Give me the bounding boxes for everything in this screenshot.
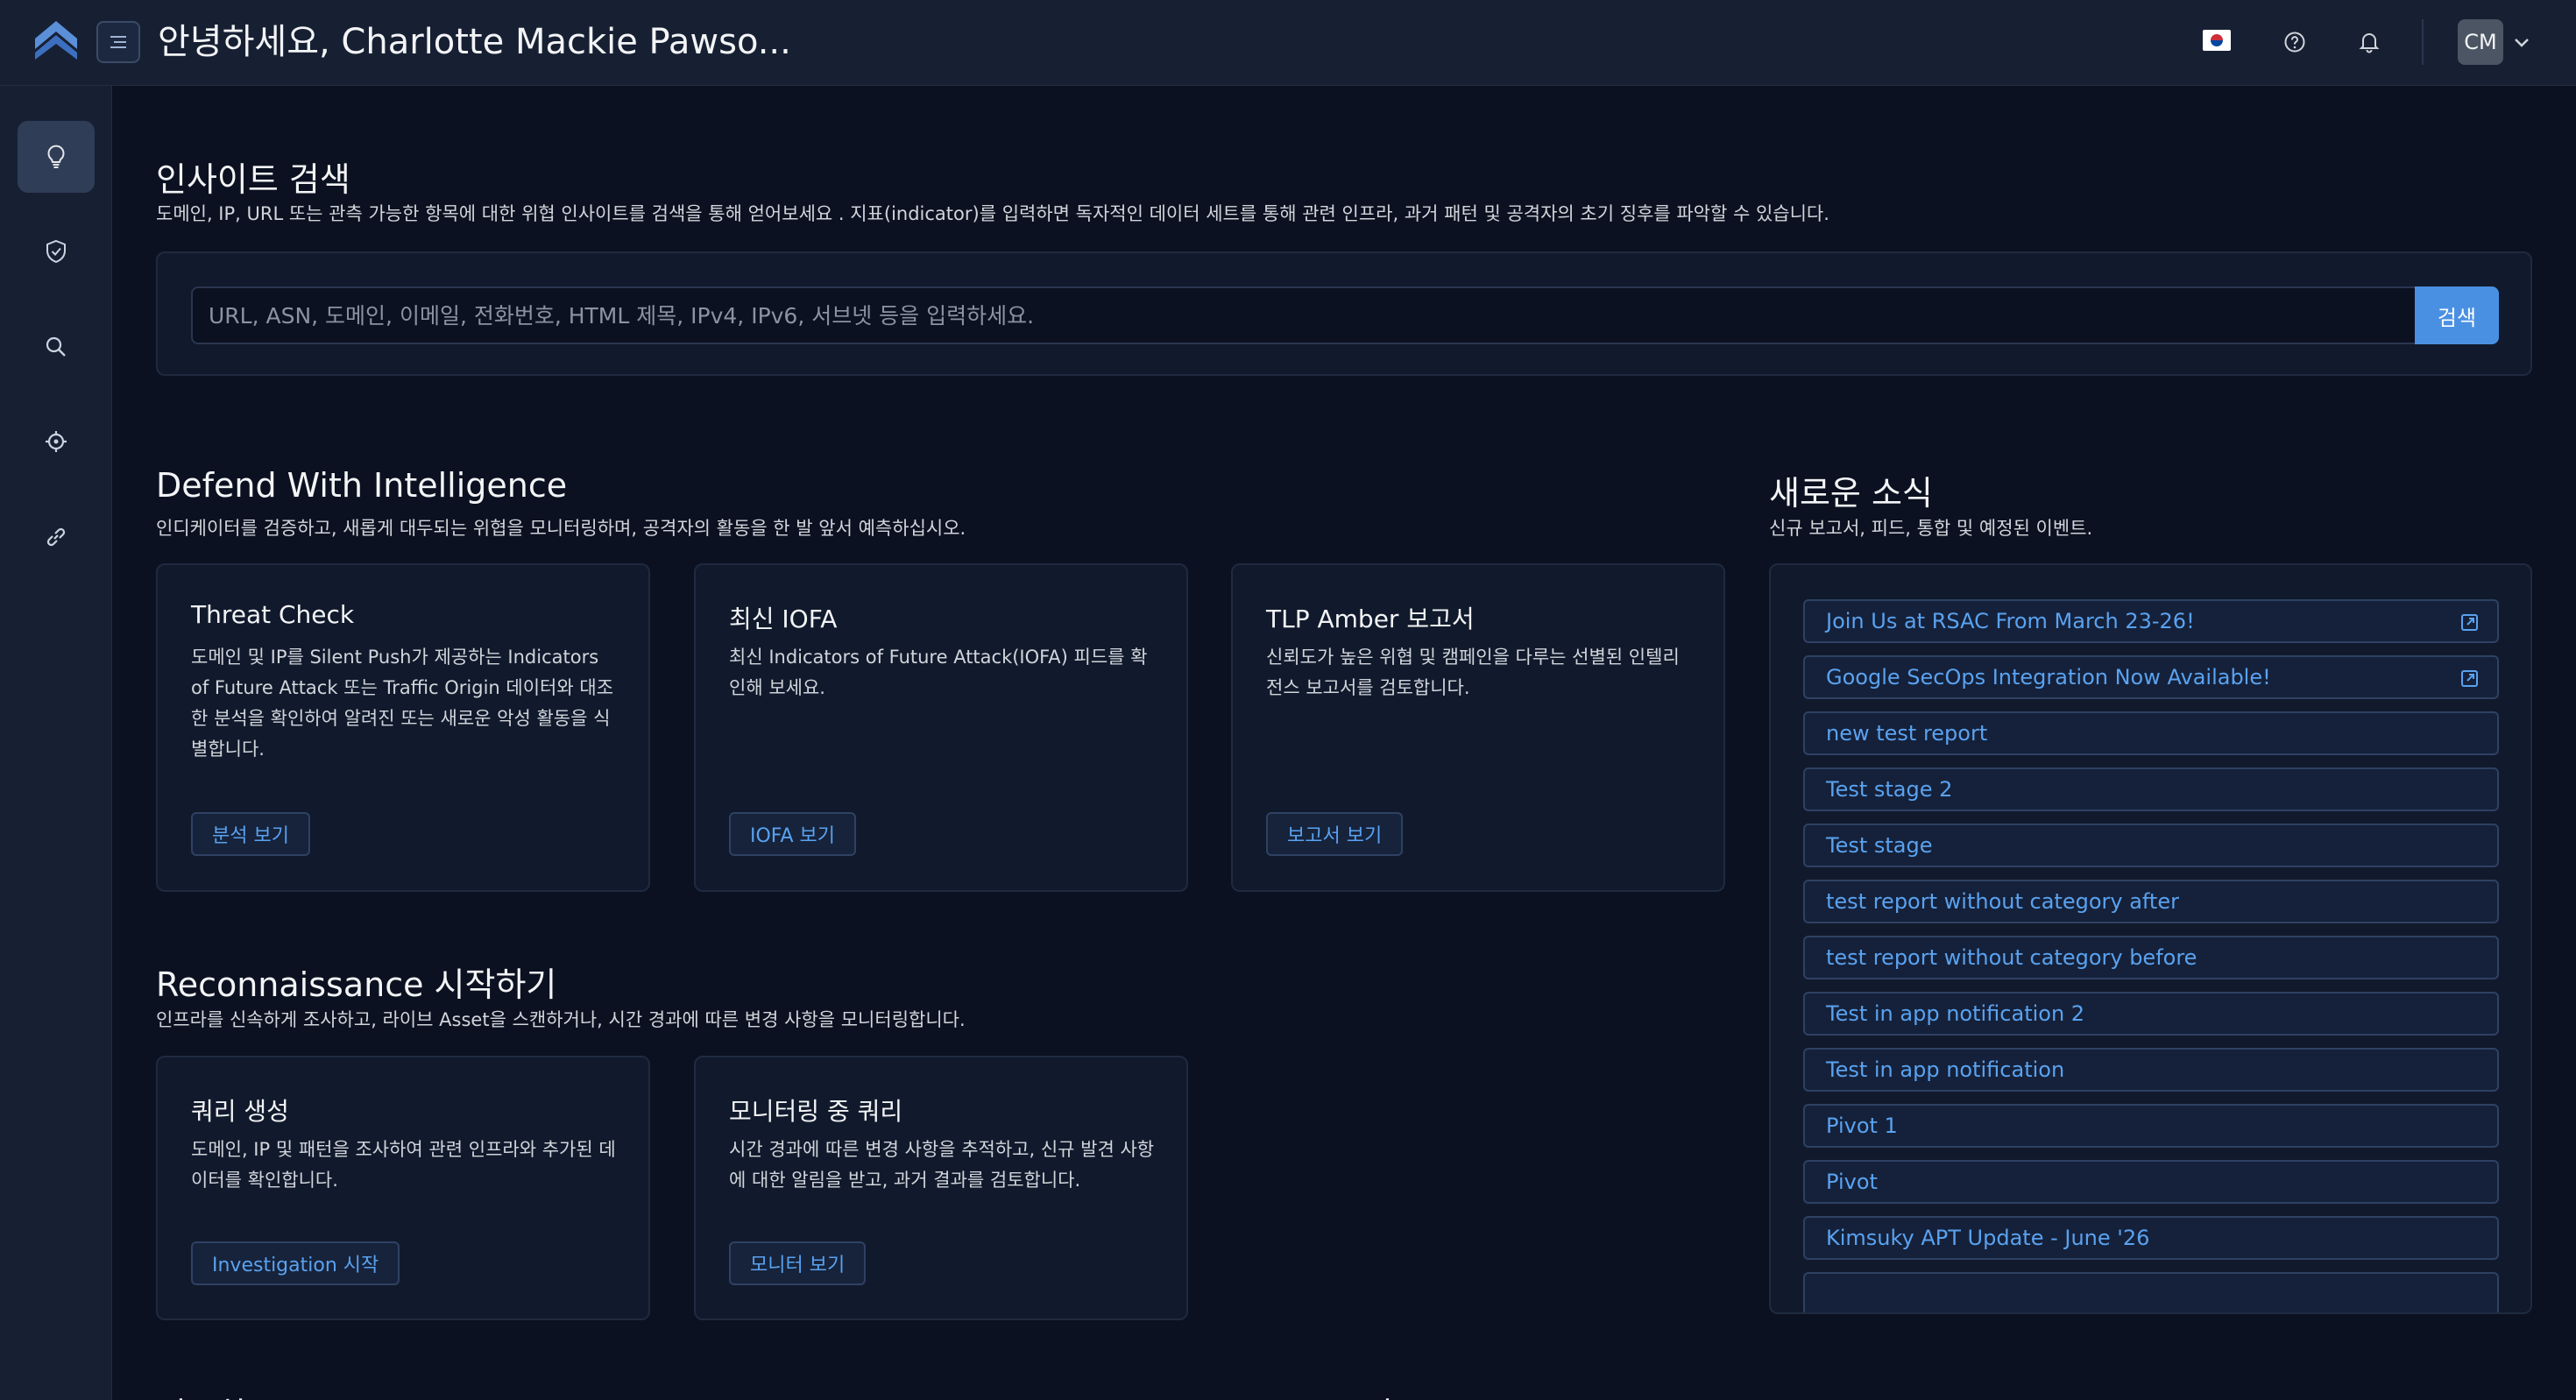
latest-iofa-card: 최신 IOFA 최신 Indicators of Future Attack(I… bbox=[694, 563, 1188, 892]
news-item[interactable]: Join Us at RSAC From March 23-26! bbox=[1803, 599, 2499, 643]
threat-check-card: Threat Check 도메인 및 IP를 Silent Push가 제공하는… bbox=[156, 563, 650, 892]
news-item-label: Join Us at RSAC From March 23-26! bbox=[1826, 609, 2195, 633]
external-link-icon bbox=[2461, 670, 2478, 687]
shield-check-icon bbox=[46, 239, 66, 264]
view-monitors-button[interactable]: 모니터 보기 bbox=[729, 1241, 867, 1285]
korean-flag-icon[interactable] bbox=[2203, 30, 2231, 51]
avatar[interactable]: CM bbox=[2458, 19, 2503, 65]
crosshair-icon bbox=[46, 431, 67, 452]
news-item[interactable]: new test report bbox=[1803, 711, 2499, 755]
card-title: 최신 IOFA bbox=[729, 605, 838, 633]
view-iofa-button[interactable]: IOFA 보기 bbox=[729, 812, 856, 856]
help-button[interactable] bbox=[2277, 25, 2312, 60]
recon-section-subtitle: 인프라를 신속하게 조사하고, 라이브 Asset을 스캔하거나, 시간 경과에… bbox=[156, 1009, 966, 1030]
news-item[interactable]: Test in app notification bbox=[1803, 1048, 2499, 1092]
news-item[interactable]: Kimsuky APT Update - June '26 bbox=[1803, 1216, 2499, 1260]
news-item[interactable]: Test stage 2 bbox=[1803, 767, 2499, 811]
view-reports-button[interactable]: 보고서 보기 bbox=[1266, 812, 1404, 856]
sidebar bbox=[0, 86, 112, 1400]
monitoring-queries-card: 모니터링 중 쿼리 시간 경과에 따른 변경 사항을 추적하고, 신규 발견 사… bbox=[694, 1056, 1188, 1320]
insight-search-title: 인사이트 검색 bbox=[156, 160, 350, 199]
view-analysis-button[interactable]: 분석 보기 bbox=[191, 812, 310, 856]
sidebar-item-integrations[interactable] bbox=[18, 501, 95, 573]
bell-icon bbox=[2359, 33, 2380, 53]
bottom-right-section-title: 리소스 bbox=[1362, 1388, 1454, 1400]
news-item[interactable]: Test stage bbox=[1803, 824, 2499, 867]
external-link-icon bbox=[2461, 614, 2478, 631]
menu-toggle-button[interactable] bbox=[96, 21, 140, 63]
help-circle-icon bbox=[2284, 32, 2305, 53]
card-title: 쿼리 생성 bbox=[191, 1097, 289, 1126]
defend-section-title: Defend With Intelligence bbox=[156, 466, 568, 505]
card-title: Threat Check bbox=[191, 600, 355, 629]
card-description: 도메인 및 IP를 Silent Push가 제공하는 Indicators o… bbox=[191, 647, 614, 760]
card-description: 신뢰도가 높은 위협 및 캠페인을 다루는 선별된 인텔리전스 보고서를 검토합… bbox=[1266, 647, 1680, 698]
lightbulb-icon bbox=[47, 145, 65, 168]
search-icon bbox=[46, 336, 66, 357]
card-description: 최신 Indicators of Future Attack(IOFA) 피드를… bbox=[729, 647, 1148, 698]
greeting-title: 안녕하세요, Charlotte Mackie Pawso... bbox=[158, 22, 791, 62]
news-item-partial[interactable] bbox=[1803, 1272, 2499, 1312]
recon-section-title: Reconnaissance 시작하기 bbox=[156, 965, 557, 1004]
news-item[interactable]: Test in app notification 2 bbox=[1803, 992, 2499, 1036]
sidebar-item-monitor[interactable] bbox=[18, 406, 95, 477]
news-item[interactable]: test report without category after bbox=[1803, 880, 2499, 923]
sidebar-item-threat-check[interactable] bbox=[18, 216, 95, 287]
start-investigation-button[interactable]: Investigation 시작 bbox=[191, 1241, 400, 1285]
defend-section-subtitle: 인디케이터를 검증하고, 새롭게 대두되는 위협을 모니터링하며, 공격자의 활… bbox=[156, 518, 966, 539]
card-description: 시간 경과에 따른 변경 사항을 추적하고, 신규 발견 사항에 대한 알림을 … bbox=[729, 1139, 1155, 1191]
news-item-label: Google SecOps Integration Now Available! bbox=[1826, 665, 2271, 689]
news-list: Join Us at RSAC From March 23-26! Google… bbox=[1769, 563, 2532, 1314]
header-divider bbox=[2422, 19, 2424, 65]
search-input[interactable] bbox=[191, 286, 2417, 344]
link-icon bbox=[46, 527, 66, 547]
news-section-subtitle: 신규 보고서, 피드, 통합 및 예정된 이벤트. bbox=[1769, 518, 2093, 539]
news-item[interactable]: Pivot bbox=[1803, 1160, 2499, 1204]
news-item[interactable]: test report without category before bbox=[1803, 936, 2499, 979]
card-description: 도메인, IP 및 패턴을 조사하여 관련 인프라와 추가된 데이터를 확인합니… bbox=[191, 1139, 616, 1191]
news-item[interactable]: Google SecOps Integration Now Available! bbox=[1803, 655, 2499, 699]
card-title: 모니터링 중 쿼리 bbox=[729, 1097, 903, 1126]
news-section-title: 새로운 소식 bbox=[1769, 474, 1933, 513]
sidebar-item-search[interactable] bbox=[18, 311, 95, 383]
top-bar: 안녕하세요, Charlotte Mackie Pawso... CM bbox=[0, 0, 2576, 86]
create-query-card: 쿼리 생성 도메인, IP 및 패턴을 조사하여 관련 인프라와 추가된 데이터… bbox=[156, 1056, 650, 1320]
search-button[interactable]: 검색 bbox=[2415, 286, 2499, 344]
search-panel: 검색 bbox=[156, 251, 2532, 376]
insight-search-subtitle: 도메인, IP, URL 또는 관측 가능한 항목에 대한 위협 인사이트를 검… bbox=[156, 203, 1829, 224]
chevron-down-icon[interactable] bbox=[2511, 32, 2532, 53]
card-title: TLP Amber 보고서 bbox=[1266, 605, 1475, 633]
tlp-amber-card: TLP Amber 보고서 신뢰도가 높은 위협 및 캠페인을 다루는 선별된 … bbox=[1231, 563, 1725, 892]
notifications-button[interactable] bbox=[2352, 25, 2387, 60]
bottom-left-section-title: 이동하 bbox=[156, 1388, 248, 1400]
sidebar-item-insights[interactable] bbox=[18, 121, 95, 193]
menu-toggle-icon bbox=[110, 36, 126, 48]
silent-push-logo[interactable] bbox=[33, 19, 79, 61]
news-item[interactable]: Pivot 1 bbox=[1803, 1104, 2499, 1148]
